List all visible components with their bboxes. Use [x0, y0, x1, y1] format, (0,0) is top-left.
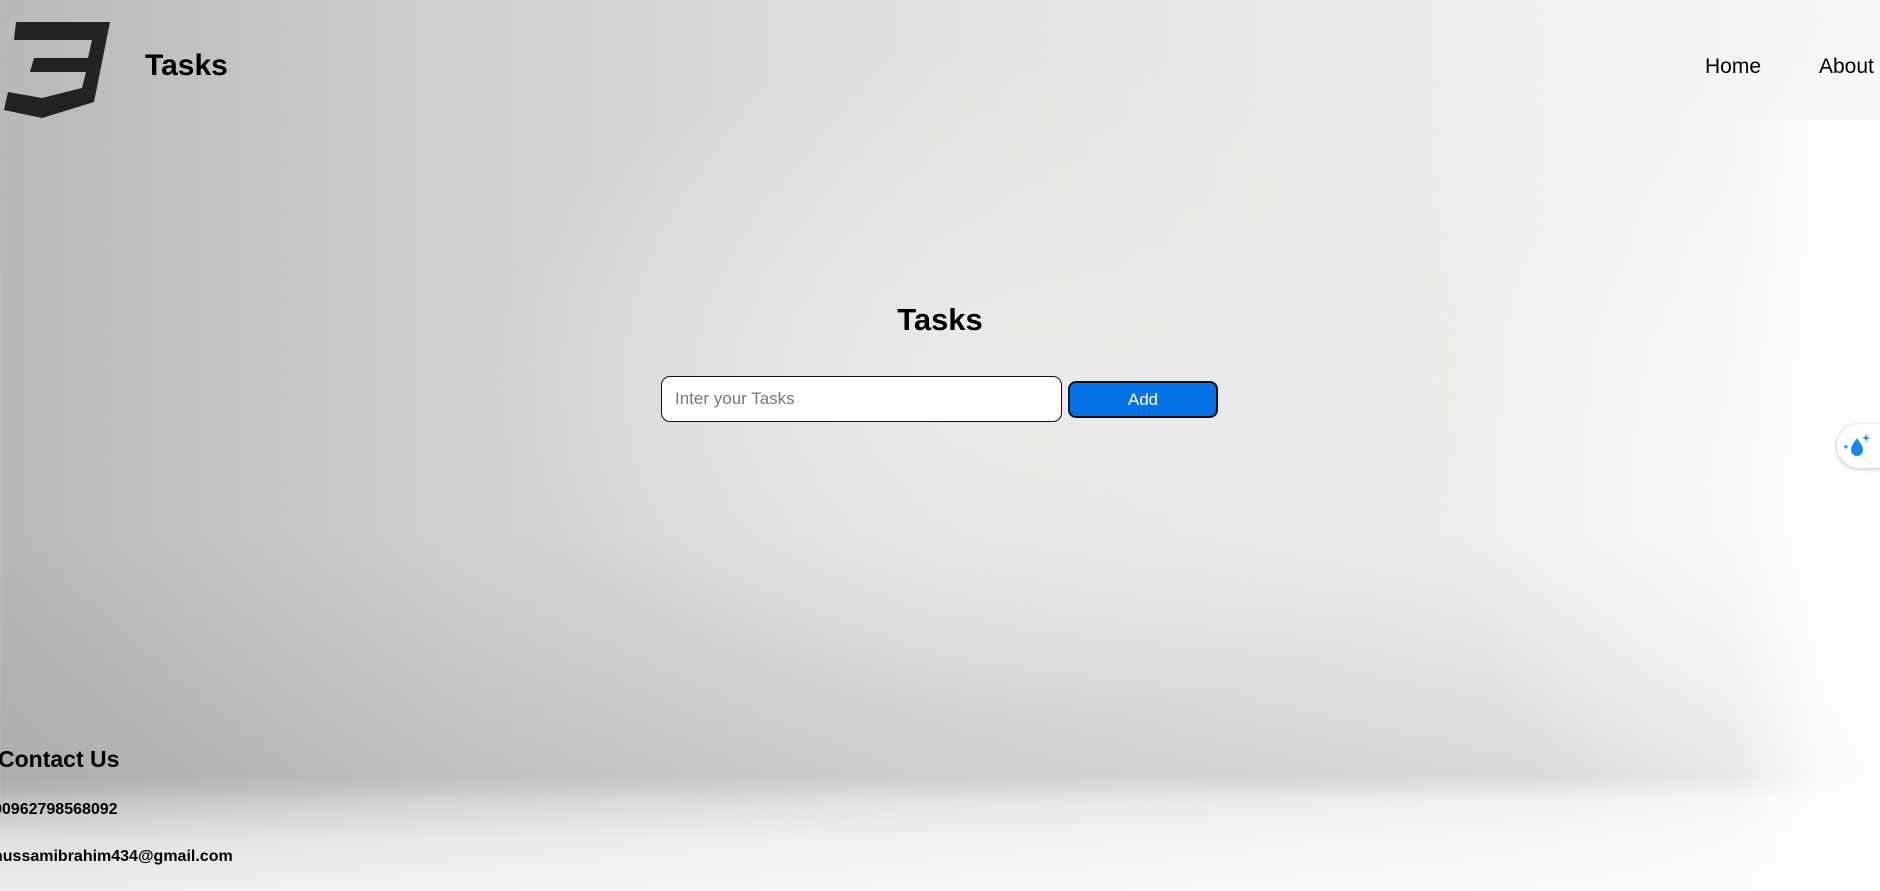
contact-phone: 00962798568092 [0, 801, 118, 818]
contact-title: Contact Us [0, 746, 120, 772]
page-title: Tasks [897, 302, 983, 337]
add-task-button[interactable]: Add [1068, 381, 1218, 418]
contact-email: hussamibrahim434@gmail.com [0, 848, 233, 865]
site-header: Tasks Home About [0, 0, 1880, 130]
background-floor [0, 790, 1880, 891]
brand-title: Tasks [145, 49, 228, 82]
background-light [1730, 120, 1880, 891]
css3-logo-icon [4, 22, 110, 118]
task-input[interactable] [661, 376, 1062, 422]
floating-widget-button[interactable] [1837, 424, 1880, 468]
nav-home-link[interactable]: Home [1705, 54, 1761, 80]
nav-about-link[interactable]: About [1819, 54, 1874, 80]
